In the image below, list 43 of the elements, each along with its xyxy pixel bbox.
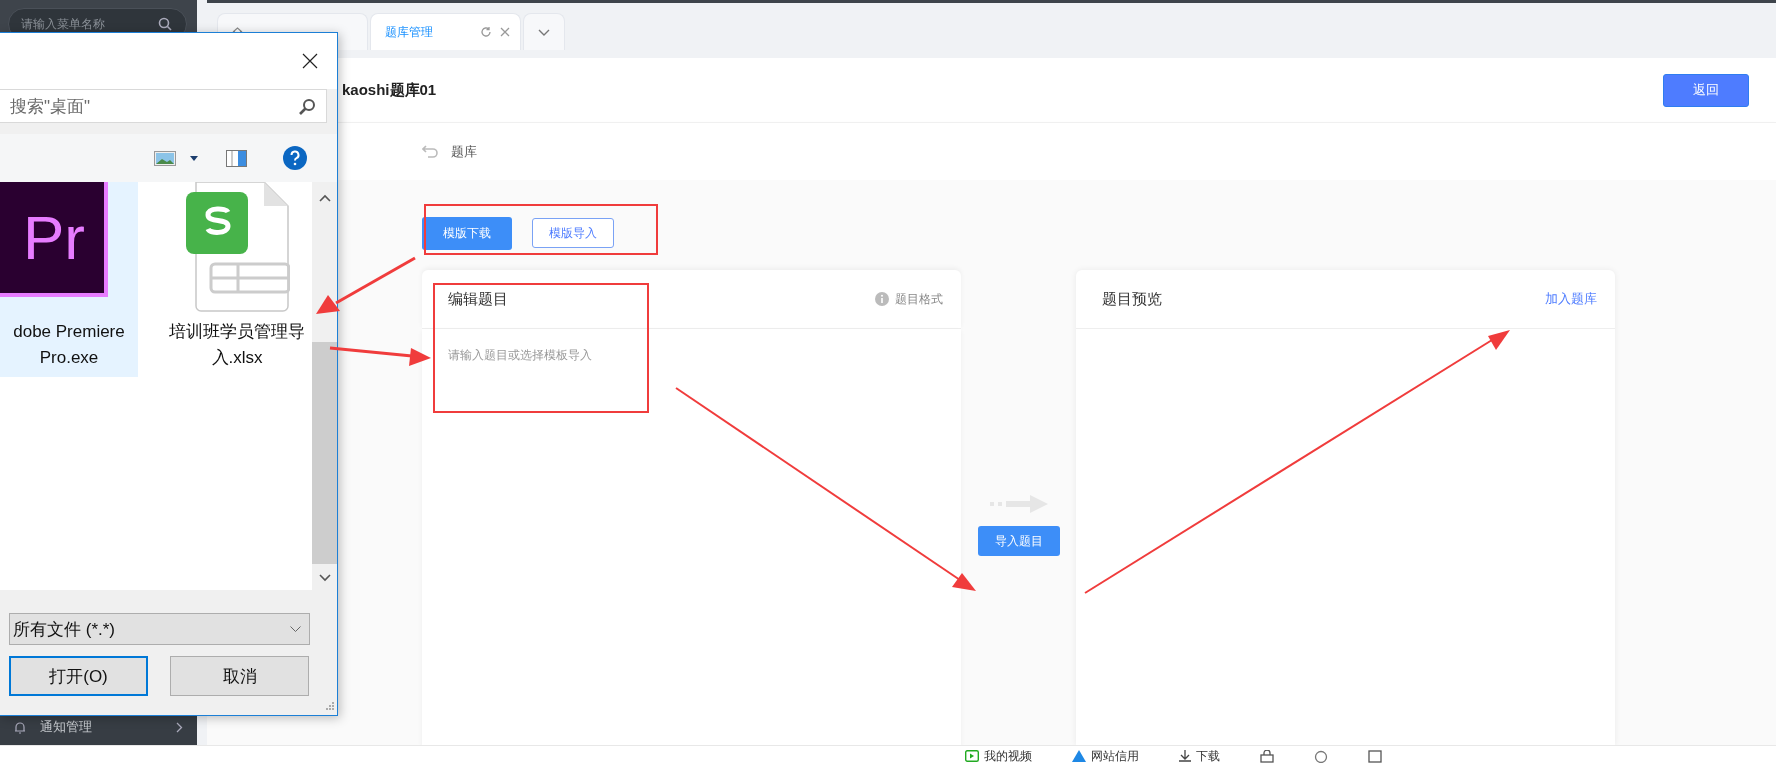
scroll-down-icon[interactable] xyxy=(318,574,331,582)
toolbar-item[interactable]: 我的视频 xyxy=(965,747,1032,765)
close-icon[interactable] xyxy=(302,53,318,69)
chevron-right-icon xyxy=(176,721,183,733)
file-type-dropdown[interactable]: 所有文件 (*.*) xyxy=(9,613,310,645)
page-title: kaoshi题库01 xyxy=(342,80,437,100)
breadcrumb-link[interactable]: 题库 xyxy=(451,142,477,161)
open-button[interactable]: 打开(O) xyxy=(9,656,148,696)
caret-icon[interactable] xyxy=(190,155,198,161)
app-icon: Pr xyxy=(0,182,108,297)
add-to-bank-link[interactable]: 加入题库 xyxy=(1545,290,1597,308)
info-icon xyxy=(875,292,889,306)
triangle-icon xyxy=(1072,750,1086,762)
file-item[interactable]: 培训班学员管理导入.xlsx xyxy=(162,182,312,377)
search-icon xyxy=(158,17,172,31)
toolbar-item[interactable]: 下载 xyxy=(1179,747,1220,765)
search-icon xyxy=(299,97,316,115)
caret-icon xyxy=(538,28,550,36)
card-title: 题目预览 xyxy=(1102,289,1162,309)
search-field[interactable]: 搜索"桌面" xyxy=(0,89,327,123)
preview-pane-icon[interactable] xyxy=(226,149,247,167)
download-icon xyxy=(1179,750,1191,762)
format-link[interactable]: 题目格式 xyxy=(895,290,943,308)
play-icon xyxy=(965,750,979,762)
resize-grip-icon[interactable] xyxy=(324,702,334,712)
scrollbar[interactable] xyxy=(312,182,337,590)
question-input-field[interactable]: 请输入题目或选择模板导入 xyxy=(422,329,961,745)
back-button[interactable]: 返回 xyxy=(1663,73,1749,107)
help-icon[interactable] xyxy=(283,146,307,170)
picture-view-icon[interactable] xyxy=(154,150,176,166)
lock-icon[interactable] xyxy=(1260,749,1274,763)
caret-icon xyxy=(290,626,301,632)
scroll-up-icon[interactable] xyxy=(318,194,331,202)
bell-icon xyxy=(14,720,26,734)
toolbar-item[interactable]: 网站信用 xyxy=(1072,747,1139,765)
refresh-icon[interactable] xyxy=(480,26,492,38)
card-title: 编辑题目 xyxy=(448,289,508,309)
file-item[interactable]: Pr dobe Premiere Pro.exe xyxy=(0,182,138,377)
file-name: dobe Premiere Pro.exe xyxy=(12,321,126,369)
file-name: 培训班学员管理导入.xlsx xyxy=(168,321,306,369)
import-template-button[interactable]: 模版导入 xyxy=(532,218,614,248)
cancel-button[interactable]: 取消 xyxy=(170,656,309,696)
window-icon[interactable] xyxy=(1368,749,1382,763)
